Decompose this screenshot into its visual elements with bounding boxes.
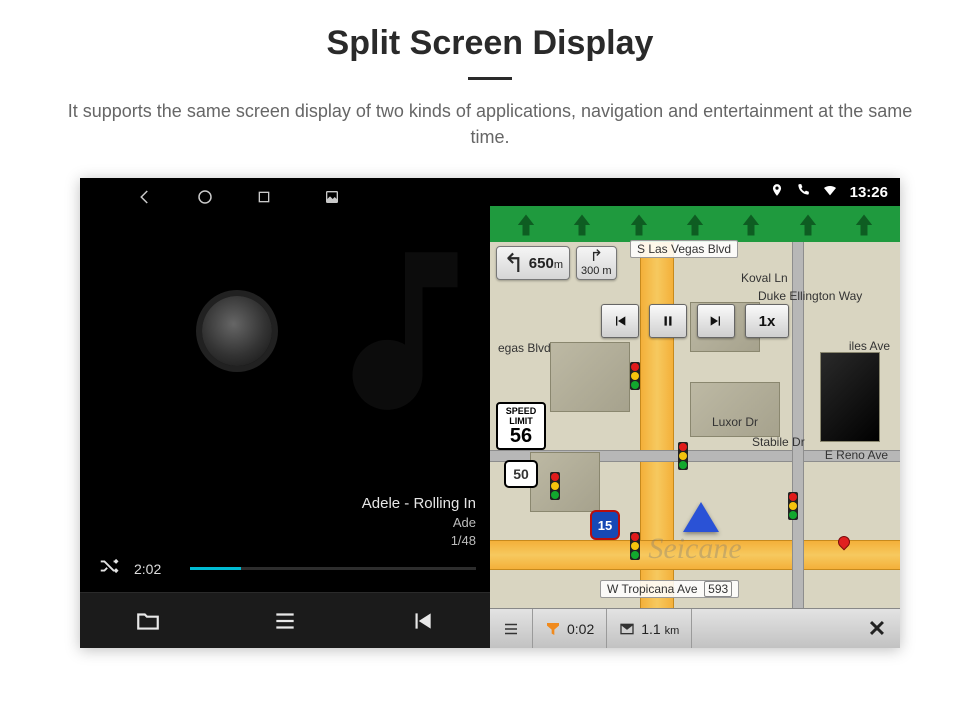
current-position-icon <box>683 502 719 532</box>
track-counter: 1/48 <box>80 532 476 550</box>
lane-arrow-icon <box>512 210 540 240</box>
turn-secondary-distance: 300 <box>581 265 599 277</box>
street-label: egas Blvd <box>492 340 557 356</box>
map-playback-controls: 1x <box>601 304 789 338</box>
street-label: Koval Ln <box>735 270 794 286</box>
home-icon[interactable] <box>196 188 214 206</box>
track-title: Adele - Rolling In <box>80 494 476 514</box>
traffic-light-icon <box>550 472 560 500</box>
traffic-light-icon <box>788 492 798 520</box>
recents-icon[interactable] <box>256 189 272 205</box>
turn-primary-card: ↰ 650m <box>496 246 570 280</box>
android-navbar <box>80 178 490 216</box>
device-frame: Adele - Rolling In Ade 1/48 2:02 <box>80 178 900 648</box>
lane-guidance-band <box>490 206 900 242</box>
street-label: E Reno Ave <box>819 447 894 463</box>
music-player-pane: Adele - Rolling In Ade 1/48 2:02 <box>80 178 490 648</box>
status-bar: 13:26 <box>490 178 900 206</box>
lane-arrow-icon <box>568 210 596 240</box>
progress-row: 2:02 <box>80 549 490 592</box>
navigation-pane: 13:26 S Las Vegas Blvd Koval L <box>490 178 900 648</box>
traffic-light-icon <box>630 362 640 390</box>
picture-icon[interactable] <box>324 189 340 205</box>
playlist-icon[interactable] <box>272 608 298 634</box>
back-icon[interactable] <box>136 188 154 206</box>
street-label: Stabile Dr <box>746 434 811 450</box>
street-label: W Tropicana Ave 593 <box>600 580 739 598</box>
elapsed-time: 2:02 <box>134 561 176 577</box>
album-art-area <box>80 216 490 494</box>
phone-icon <box>796 183 810 201</box>
street-label: Luxor Dr <box>706 414 764 430</box>
trip-distance-unit: km <box>665 625 680 637</box>
nav-bottom-bar: 0:02 1.1 km ✕ <box>490 608 900 648</box>
speed-limit-sign: SPEED LIMIT 56 <box>496 402 546 450</box>
page-description: It supports the same screen display of t… <box>50 98 930 150</box>
lane-arrow-icon <box>681 210 709 240</box>
trip-distance: 1.1 <box>641 621 660 637</box>
map-prev-button[interactable] <box>601 304 639 338</box>
turn-left-icon: ↰ <box>503 250 525 276</box>
progress-fill <box>190 567 241 570</box>
play-lens-button[interactable] <box>202 296 272 366</box>
building-dark <box>820 352 880 442</box>
nav-close-button[interactable]: ✕ <box>854 616 900 642</box>
street-label: Duke Ellington Way <box>752 288 868 304</box>
trip-distance-cell: 1.1 km <box>607 609 692 648</box>
speed-limit-label: SPEED LIMIT <box>498 406 544 426</box>
route-shield: 50 <box>504 460 538 488</box>
turn-instructions: ↰ 650m ↱ 300 m <box>496 246 617 280</box>
previous-track-icon[interactable] <box>409 608 435 634</box>
folder-icon[interactable] <box>135 608 161 634</box>
turn-secondary-card: ↱ 300 m <box>576 246 617 280</box>
nav-menu-button[interactable] <box>490 609 533 648</box>
building <box>550 342 630 412</box>
lane-arrow-icon <box>625 210 653 240</box>
lane-arrow-icon <box>794 210 822 240</box>
page-title: Split Screen Display <box>0 0 980 63</box>
track-info: Adele - Rolling In Ade 1/48 <box>80 494 490 549</box>
music-note-icon <box>300 226 510 436</box>
map-canvas[interactable]: S Las Vegas Blvd Koval Ln Duke Ellington… <box>490 242 900 608</box>
track-artist: Ade <box>80 514 476 532</box>
turn-secondary-unit: m <box>602 265 611 277</box>
map-speed-button[interactable]: 1x <box>745 304 789 338</box>
clock-label: 13:26 <box>850 184 888 201</box>
map-pause-button[interactable] <box>649 304 687 338</box>
map-next-button[interactable] <box>697 304 735 338</box>
interstate-shield: 15 <box>590 510 620 540</box>
building <box>530 452 600 512</box>
location-icon <box>770 183 784 201</box>
traffic-light-icon <box>630 532 640 560</box>
lane-arrow-icon <box>850 210 878 240</box>
progress-bar[interactable] <box>190 567 476 570</box>
turn-primary-unit: m <box>554 259 563 271</box>
shuffle-icon[interactable] <box>98 555 120 582</box>
street-label: S Las Vegas Blvd <box>630 240 738 258</box>
turn-right-icon: ↱ <box>590 249 603 265</box>
trip-elapsed: 0:02 <box>567 621 594 637</box>
traffic-light-icon <box>678 442 688 470</box>
wifi-icon <box>822 182 838 202</box>
player-bottom-bar <box>80 592 490 648</box>
trip-time-cell: 0:02 <box>533 609 607 648</box>
street-label: iles Ave <box>843 338 896 354</box>
speed-limit-value: 56 <box>498 426 544 446</box>
lane-arrow-icon <box>737 210 765 240</box>
title-underline <box>468 77 512 80</box>
turn-primary-distance: 650 <box>529 255 554 272</box>
